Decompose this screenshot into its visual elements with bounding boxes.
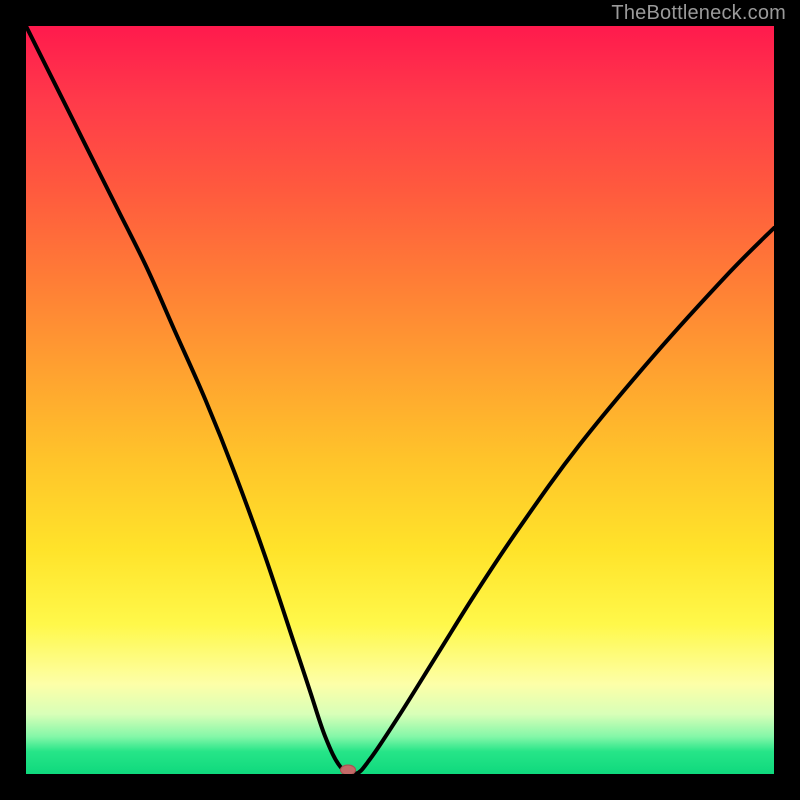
watermark-text: TheBottleneck.com bbox=[611, 2, 786, 25]
chart-stage: TheBottleneck.com bbox=[0, 0, 800, 800]
bottleneck-curve bbox=[26, 26, 774, 774]
plot-area bbox=[26, 26, 774, 774]
optimal-point-marker bbox=[340, 765, 356, 775]
